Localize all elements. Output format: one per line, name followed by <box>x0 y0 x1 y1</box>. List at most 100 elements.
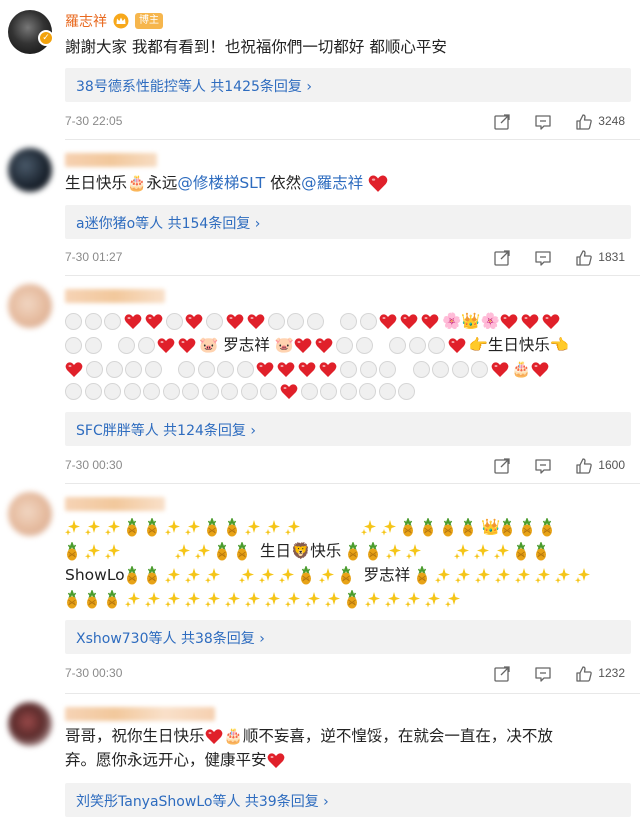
like-icon[interactable] <box>575 457 593 475</box>
white-circle-icon <box>267 313 285 330</box>
timestamp: 7-30 22:05 <box>65 114 123 128</box>
timestamp: 7-30 00:30 <box>65 458 123 472</box>
comment-icon[interactable] <box>534 249 552 267</box>
sparkle-icon <box>361 519 376 536</box>
reply-box[interactable]: Xshow730等人 共38条回复 › <box>65 620 631 654</box>
comment-icon[interactable] <box>534 457 552 475</box>
reply-box[interactable]: a迷你猪o等人 共154条回复 › <box>65 205 631 239</box>
avatar[interactable] <box>8 148 52 192</box>
comment-text: 罗志祥 <box>363 566 411 584</box>
heart-icon <box>368 174 388 193</box>
pineapple-icon <box>520 518 534 537</box>
pineapple-icon <box>366 542 380 561</box>
white-circle-icon <box>86 361 103 378</box>
pineapple-icon <box>514 542 528 561</box>
white-circle-icon <box>65 313 82 330</box>
white-circle-icon <box>300 383 318 400</box>
mention-link[interactable]: @修楼梯SLT <box>177 174 265 192</box>
comment-item: 🌸👑🌸 🐷 罗志祥 🐷 👉生日快乐👈 🎂 SFC胖胖等人 共124条回复 › 7-… <box>0 276 640 484</box>
white-circle-icon <box>389 337 407 354</box>
white-circle-icon <box>412 361 430 378</box>
avatar[interactable] <box>8 492 52 536</box>
sparkle-icon <box>575 567 590 584</box>
white-circle-icon <box>84 383 102 400</box>
like-count: 1232 <box>598 666 625 680</box>
white-circle-icon <box>84 313 102 330</box>
sparkle-icon <box>285 519 300 536</box>
sparkle-icon <box>165 519 180 536</box>
sparkle-icon <box>65 519 80 536</box>
white-circle-icon <box>178 361 195 378</box>
heart-icon <box>157 337 175 354</box>
white-circle-icon <box>123 383 141 400</box>
share-icon[interactable] <box>493 249 511 267</box>
white-circle-icon <box>451 361 469 378</box>
reply-link[interactable]: 刘笑彤TanyaShowLo等人 共39条回复 › <box>76 791 329 811</box>
like-icon[interactable] <box>575 665 593 683</box>
reply-link[interactable]: a迷你猪o等人 共154条回复 › <box>76 213 260 233</box>
white-circle-icon <box>355 337 373 354</box>
pineapple-icon <box>441 518 455 537</box>
point-right-emoji: 👉 <box>468 336 488 354</box>
avatar[interactable] <box>8 702 52 746</box>
heart-icon <box>448 337 466 354</box>
emoji-line <box>65 588 635 610</box>
sparkle-icon <box>225 591 240 608</box>
comment-item: 生日快乐🎂永远@修楼梯SLT 依然@羅志祥 a迷你猪o等人 共154条回复 › … <box>0 140 640 276</box>
pineapple-icon <box>345 590 359 609</box>
sparkle-icon <box>205 591 220 608</box>
sparkle-icon <box>381 519 396 536</box>
sparkle-icon <box>454 543 469 560</box>
share-icon[interactable] <box>493 113 511 131</box>
pineapple-icon <box>125 566 139 585</box>
comment-text: 哥哥，祝你生日快乐 🎂顺不妄喜，逆不惶馁，在就会一直在，决不放 <box>65 727 553 745</box>
author-name-blurred[interactable] <box>65 497 165 511</box>
avatar[interactable] <box>8 284 52 328</box>
pineapple-icon <box>105 590 119 609</box>
like-icon[interactable] <box>575 113 593 131</box>
mention-link[interactable]: @羅志祥 <box>301 174 363 192</box>
share-icon[interactable] <box>493 457 511 475</box>
comment-icon[interactable] <box>534 665 552 683</box>
white-circle-icon <box>339 383 357 400</box>
author-name-blurred[interactable] <box>65 153 157 167</box>
white-circle-icon <box>471 361 488 378</box>
reply-box[interactable]: 刘笑彤TanyaShowLo等人 共39条回复 › <box>65 783 631 817</box>
author-name[interactable]: 羅志祥 <box>65 11 107 31</box>
heart-icon <box>256 361 274 378</box>
white-circle-icon <box>320 383 337 400</box>
white-circle-icon <box>378 383 396 400</box>
heart-icon <box>298 361 316 378</box>
white-circle-icon <box>408 337 426 354</box>
crown-emoji: 👑 <box>481 518 501 536</box>
sparkle-icon <box>125 591 140 608</box>
reply-link[interactable]: SFC胖胖等人 共124条回复 › <box>76 420 256 440</box>
comment-text: 謝謝大家 我都有看到！也祝福你們一切都好 都顺心平安 <box>65 38 447 56</box>
white-circle-icon <box>125 361 142 378</box>
pineapple-icon <box>500 518 514 537</box>
white-circle-icon <box>105 361 123 378</box>
comment-text: 生日🦁快乐 <box>259 542 342 560</box>
author-name-blurred[interactable] <box>65 289 165 303</box>
author-name-blurred[interactable] <box>65 707 215 721</box>
share-icon[interactable] <box>493 665 511 683</box>
emoji-line: 🎂 <box>65 358 635 380</box>
sparkle-icon <box>245 591 260 608</box>
reply-link[interactable]: 38号德系性能控等人 共1425条回复 › <box>76 76 312 96</box>
white-circle-icon <box>336 337 354 354</box>
sparkle-icon <box>105 543 120 560</box>
sparkle-icon <box>319 567 334 584</box>
comment-icon[interactable] <box>534 113 552 131</box>
heart-icon <box>294 337 312 354</box>
reply-link[interactable]: Xshow730等人 共38条回复 › <box>76 628 265 648</box>
reply-box[interactable]: 38号德系性能控等人 共1425条回复 › <box>65 68 631 102</box>
like-icon[interactable] <box>575 249 593 267</box>
pineapple-icon <box>125 518 139 537</box>
emoji-line: 👑 <box>65 516 635 538</box>
like-count: 1831 <box>598 250 625 264</box>
sparkle-icon <box>515 567 530 584</box>
timestamp: 7-30 00:30 <box>65 666 123 680</box>
sparkle-icon <box>494 543 509 560</box>
sparkle-icon <box>239 567 254 584</box>
reply-box[interactable]: SFC胖胖等人 共124条回复 › <box>65 412 631 446</box>
